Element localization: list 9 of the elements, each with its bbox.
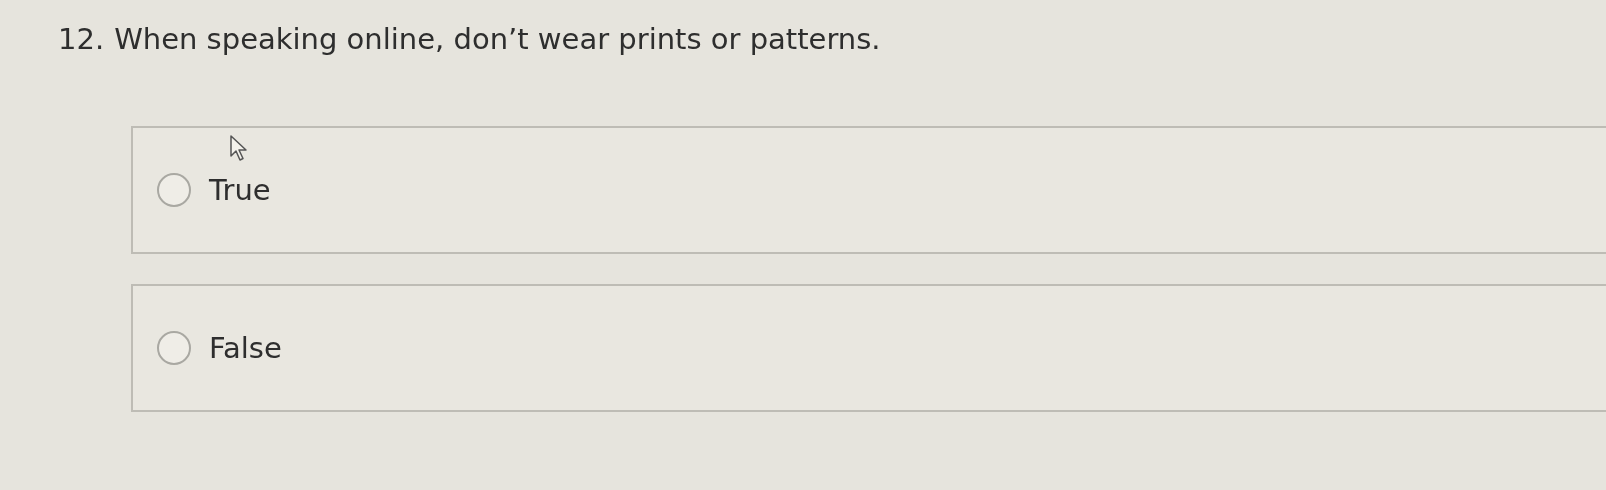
- answer-option[interactable]: False: [131, 284, 1606, 412]
- question-text: When speaking online, don’t wear prints or patterns.: [114, 22, 881, 56]
- cursor-icon: [229, 134, 249, 162]
- radio-button[interactable]: [157, 173, 191, 207]
- question-number: 12.: [58, 22, 105, 56]
- option-label: False: [209, 331, 282, 365]
- answer-option[interactable]: True: [131, 126, 1606, 254]
- radio-button[interactable]: [157, 331, 191, 365]
- option-label: True: [209, 173, 271, 207]
